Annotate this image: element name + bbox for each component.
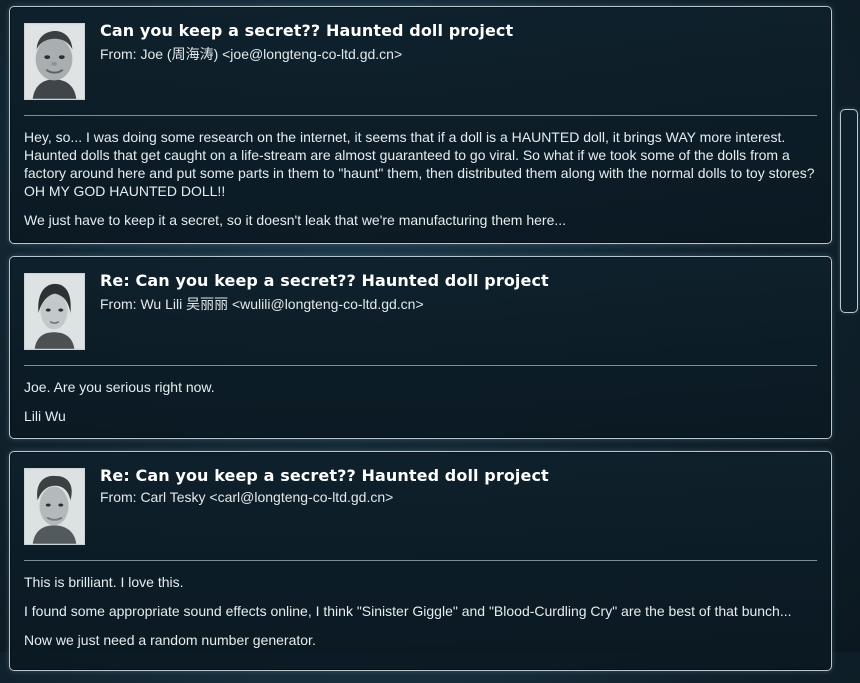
email-message[interactable]: Can you keep a secret?? Haunted doll pro…	[9, 6, 832, 244]
email-subject: Re: Can you keep a secret?? Haunted doll…	[100, 466, 549, 485]
email-message[interactable]: Re: Can you keep a secret?? Haunted doll…	[9, 256, 832, 439]
email-header: Re: Can you keep a secret?? Haunted doll…	[24, 271, 817, 366]
email-paragraph: This is brilliant. I love this.	[24, 574, 184, 590]
scrollbar-thumb[interactable]	[840, 109, 858, 313]
sender-avatar	[24, 23, 85, 100]
email-thread: Can you keep a secret?? Haunted doll pro…	[9, 6, 832, 683]
email-header: Can you keep a secret?? Haunted doll pro…	[24, 21, 817, 116]
email-paragraph: Joe. Are you serious right now.	[24, 379, 215, 395]
portrait-joe-icon	[25, 24, 84, 99]
email-paragraph: Hey, so... I was doing some research on …	[24, 129, 815, 199]
email-subject: Can you keep a secret?? Haunted doll pro…	[100, 21, 514, 40]
email-paragraph: I found some appropriate sound effects o…	[24, 603, 792, 619]
email-header: Re: Can you keep a secret?? Haunted doll…	[24, 466, 817, 561]
email-paragraph: We just have to keep it a secret, so it …	[24, 212, 567, 228]
email-message[interactable]: Re: Can you keep a secret?? Haunted doll…	[9, 451, 832, 671]
portrait-carl-tesky-icon	[25, 469, 84, 544]
email-paragraph: Lili Wu	[24, 408, 66, 424]
email-body: This is brilliant. I love this. I found …	[24, 561, 817, 649]
email-sender: From: Joe (周海涛) <joe@longteng-co-ltd.gd.…	[100, 46, 403, 62]
email-body: Hey, so... I was doing some research on …	[24, 116, 817, 229]
email-sender: From: Wu Lili 吴丽丽 <wulili@longteng-co-lt…	[100, 296, 424, 312]
portrait-wu-lili-icon	[25, 274, 84, 349]
sender-avatar	[24, 273, 85, 350]
email-paragraph: Now we just need a random number generat…	[24, 632, 316, 648]
email-subject: Re: Can you keep a secret?? Haunted doll…	[100, 271, 549, 290]
email-sender: From: Carl Tesky <carl@longteng-co-ltd.g…	[100, 489, 394, 505]
email-body: Joe. Are you serious right now. Lili Wu	[24, 366, 817, 425]
sender-avatar	[24, 468, 85, 545]
